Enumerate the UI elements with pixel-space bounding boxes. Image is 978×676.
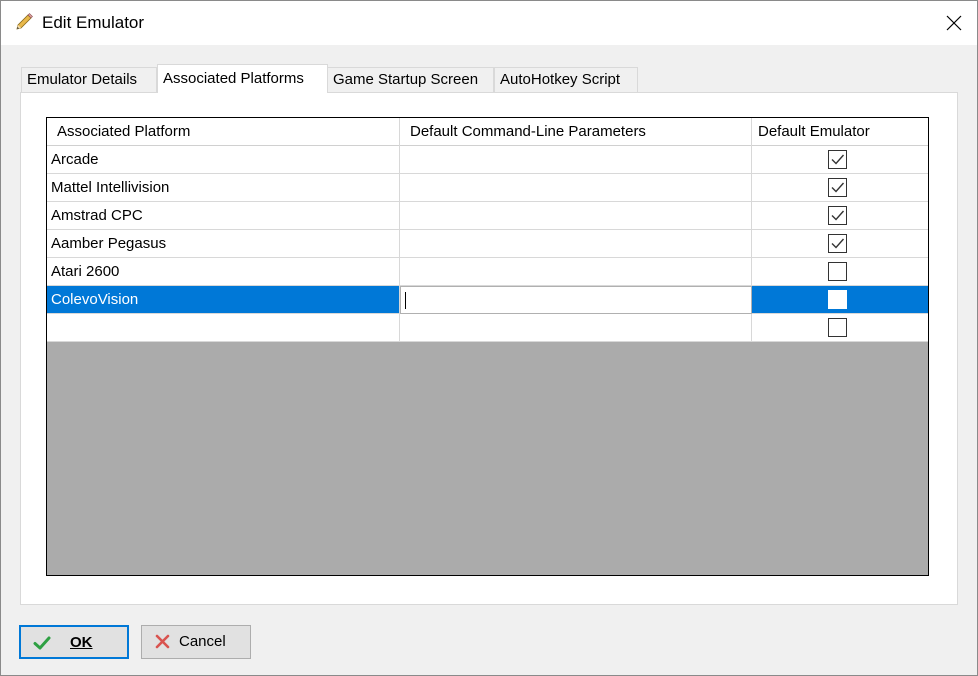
column-header-platform[interactable]: Associated Platform: [47, 118, 400, 146]
table-row[interactable]: Amstrad CPC: [47, 202, 928, 230]
table-row-new[interactable]: [47, 314, 928, 342]
default-emulator-cell: [752, 230, 928, 258]
tab-emulator-details[interactable]: Emulator Details: [21, 67, 157, 92]
tab-label: Associated Platforms: [163, 70, 304, 87]
default-emulator-cell: [752, 258, 928, 286]
table-row[interactable]: Arcade: [47, 146, 928, 174]
window-title: Edit Emulator: [42, 13, 145, 32]
table-row[interactable]: Aamber Pegasus: [47, 230, 928, 258]
platform-cell[interactable]: Arcade: [47, 146, 400, 174]
platform-cell[interactable]: Mattel Intellivision: [47, 174, 400, 202]
platform-cell[interactable]: Atari 2600: [47, 258, 400, 286]
platform-cell[interactable]: Aamber Pegasus: [47, 230, 400, 258]
table-row-selected[interactable]: ColevoVision: [47, 286, 928, 314]
platform-cell[interactable]: Amstrad CPC: [47, 202, 400, 230]
tab-game-startup-screen[interactable]: Game Startup Screen: [327, 67, 494, 92]
ok-button[interactable]: OK: [19, 625, 129, 659]
parameters-edit-cell[interactable]: [400, 286, 752, 314]
default-emulator-cell: [752, 174, 928, 202]
parameters-cell[interactable]: [400, 146, 752, 174]
tab-associated-platforms[interactable]: Associated Platforms: [157, 64, 328, 93]
default-emulator-checkbox[interactable]: [828, 318, 847, 337]
platforms-grid[interactable]: Associated Platform Default Command-Line…: [46, 117, 929, 576]
column-header-default-emulator[interactable]: Default Emulator: [752, 118, 928, 146]
parameters-cell[interactable]: [400, 202, 752, 230]
column-header-parameters[interactable]: Default Command-Line Parameters: [400, 118, 752, 146]
text-caret: [405, 292, 406, 309]
default-emulator-checkbox[interactable]: [828, 262, 847, 281]
checkmark-icon: [831, 182, 845, 193]
title-bar: Edit Emulator: [1, 1, 977, 45]
pencil-icon: [14, 12, 34, 32]
parameters-cell[interactable]: [400, 314, 752, 342]
default-emulator-cell: [752, 286, 928, 314]
edit-emulator-dialog: Edit Emulator Emulator Details Associate…: [0, 0, 978, 676]
default-emulator-checkbox[interactable]: [828, 150, 847, 169]
checkmark-icon: [831, 238, 845, 249]
default-emulator-checkbox[interactable]: [828, 206, 847, 225]
default-emulator-checkbox[interactable]: [828, 178, 847, 197]
close-icon: [946, 15, 962, 31]
ok-label: OK: [70, 634, 93, 651]
cancel-label: Cancel: [179, 633, 226, 650]
tab-label: Emulator Details: [27, 71, 138, 88]
platform-cell[interactable]: [47, 314, 400, 342]
default-emulator-checkbox[interactable]: [828, 234, 847, 253]
checkmark-icon: [831, 154, 845, 165]
cancel-button[interactable]: Cancel: [141, 625, 251, 659]
table-row[interactable]: Atari 2600: [47, 258, 928, 286]
parameters-cell[interactable]: [400, 174, 752, 202]
tab-label: AutoHotkey Script: [500, 71, 621, 88]
grid-header: Associated Platform Default Command-Line…: [47, 118, 928, 146]
default-emulator-cell: [752, 314, 928, 342]
tab-label: Game Startup Screen: [333, 71, 479, 88]
parameters-cell[interactable]: [400, 230, 752, 258]
parameters-cell[interactable]: [400, 258, 752, 286]
table-row[interactable]: Mattel Intellivision: [47, 174, 928, 202]
cross-icon: [154, 633, 172, 651]
tab-autohotkey-script[interactable]: AutoHotkey Script: [494, 67, 638, 92]
default-emulator-cell: [752, 202, 928, 230]
checkmark-icon: [33, 634, 51, 652]
close-button[interactable]: [931, 1, 977, 45]
platform-cell[interactable]: ColevoVision: [47, 286, 400, 314]
default-emulator-cell: [752, 146, 928, 174]
default-emulator-checkbox[interactable]: [828, 290, 847, 309]
checkmark-icon: [831, 210, 845, 221]
